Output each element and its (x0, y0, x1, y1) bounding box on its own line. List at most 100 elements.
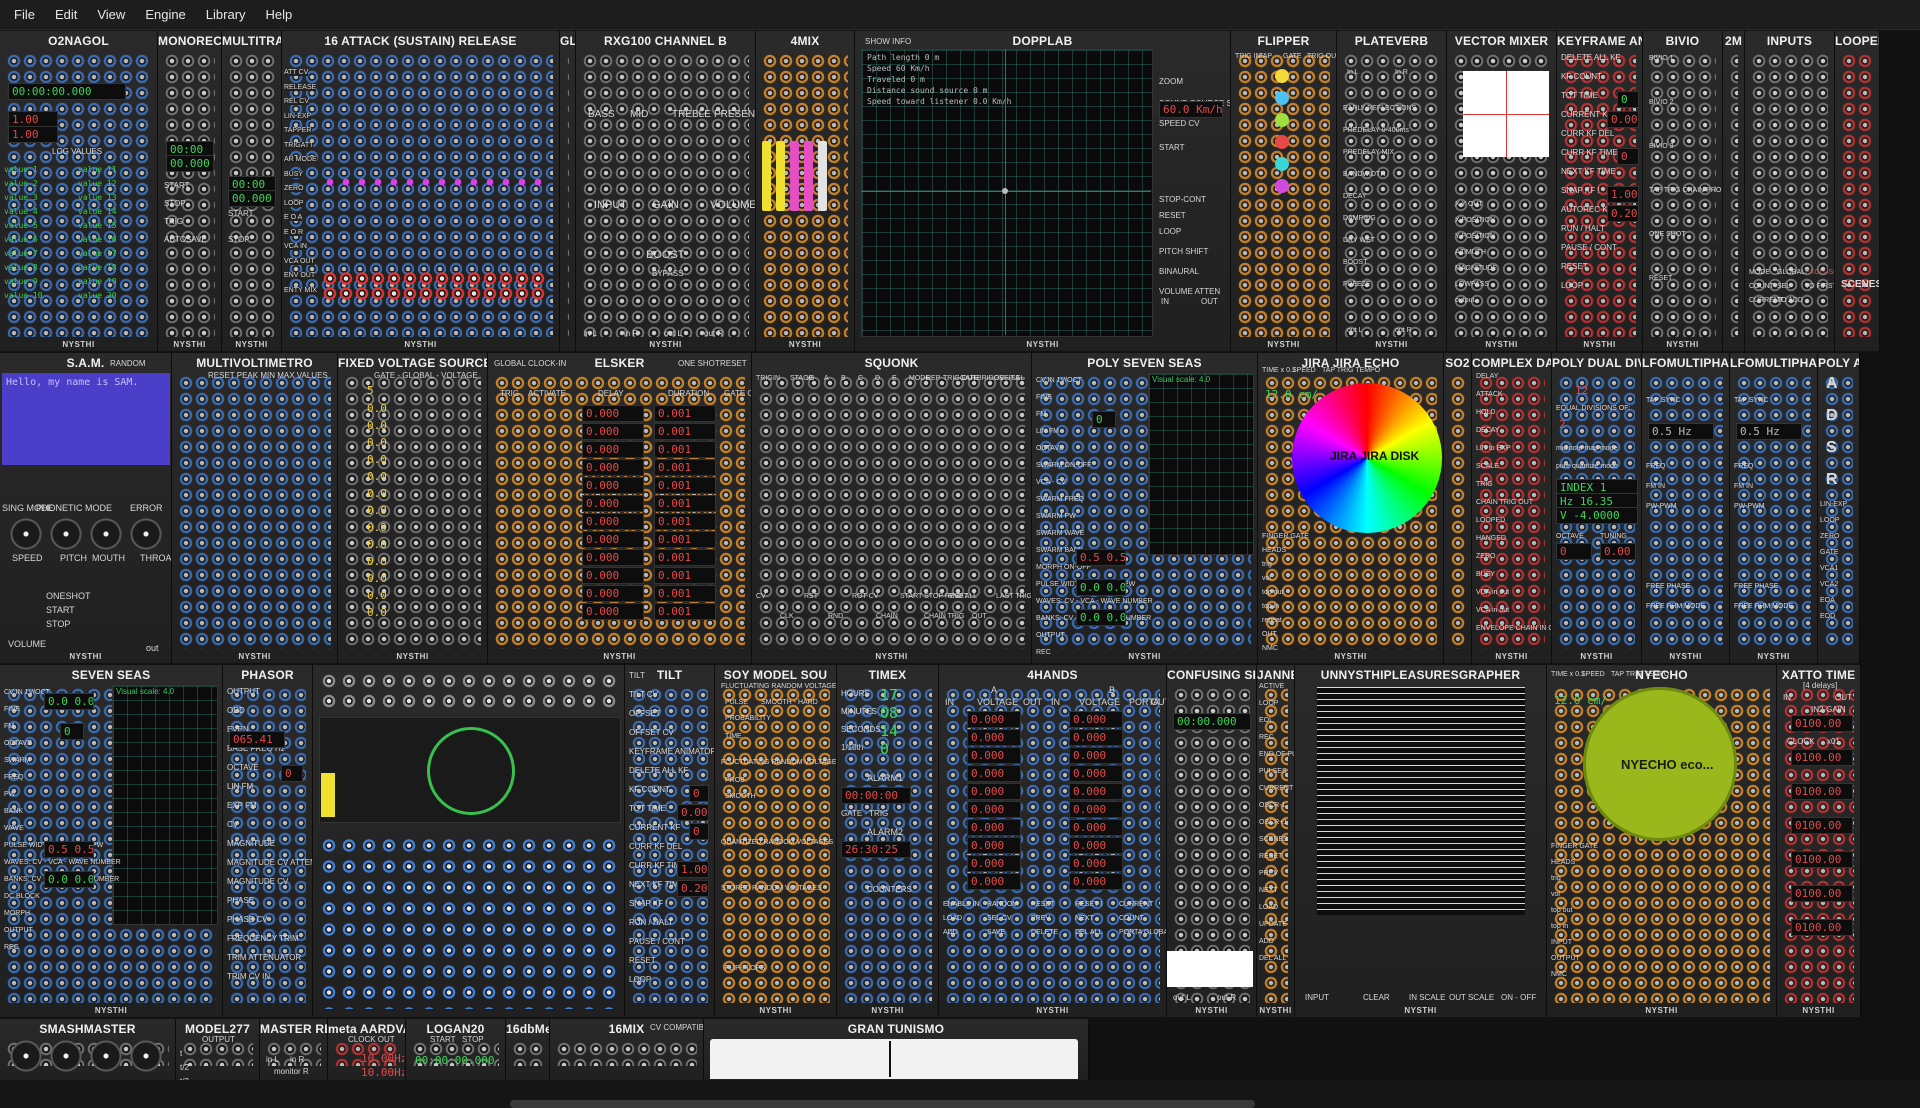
module-brand: NYSTHI (1036, 1006, 1069, 1015)
control-label: OUTPUT (1036, 632, 1065, 639)
control-label: CV (756, 593, 766, 600)
jack-field[interactable] (1841, 53, 1873, 337)
control-label: E (892, 375, 897, 382)
control-label: SEL (1777, 283, 1791, 290)
horizontal-scrollbar[interactable] (510, 1100, 1255, 1108)
jack-field[interactable] (512, 1041, 543, 1066)
lcd-display: 0.5 Hz (1736, 423, 1802, 440)
fader-5[interactable] (818, 141, 827, 211)
phasor-jack-bank[interactable] (319, 671, 618, 711)
module-title: KEYFRAME ANIMATOR (1557, 34, 1642, 48)
lcd-display: 0.000 (1069, 729, 1123, 746)
control-label: D (1826, 407, 1838, 424)
flip-led-6 (1275, 179, 1289, 193)
control-label: Distance sound source 0 m (867, 86, 988, 95)
control-label: BIVIO 2 (1649, 99, 1674, 106)
jack-field[interactable] (1783, 687, 1854, 1003)
menu-engine[interactable]: Engine (135, 0, 195, 30)
menu-view[interactable]: View (87, 0, 135, 30)
control-label: GATE - TRIG (841, 809, 889, 818)
control-label: EXP FM (227, 801, 257, 810)
module-brand: NYSTHI (238, 652, 271, 661)
control-label: ONE SHOT (1649, 231, 1686, 238)
menu-help[interactable]: Help (256, 0, 303, 30)
module-looper: LOOPER SCENES (1835, 31, 1880, 351)
jack-field[interactable] (1751, 53, 1828, 337)
control-label: value 8 (4, 263, 38, 272)
jack-field[interactable] (1450, 375, 1465, 649)
control-label: SWARM FREQ (1036, 496, 1084, 503)
control-label: HEADS (1551, 859, 1576, 866)
control-label: TAP TRIG CHAIN PROBABILITIES (1649, 187, 1722, 194)
module-brand: NYSTHI (1580, 652, 1613, 661)
fader-1[interactable] (762, 141, 771, 211)
control-label: EOD (1820, 613, 1836, 620)
menu-edit[interactable]: Edit (45, 0, 87, 30)
jack-field[interactable] (1729, 53, 1738, 337)
vu-meter-face (710, 1039, 1078, 1079)
fader-3[interactable] (790, 141, 799, 211)
module-vectormixer: VECTOR MIXER NYSTHI X Y OUT X POSITION Y POS… (1447, 31, 1557, 351)
control-label: value 7 (4, 249, 38, 258)
jack-field[interactable] (1649, 53, 1716, 337)
flip-led-3 (1275, 113, 1289, 127)
control-label: IN (1161, 297, 1169, 306)
lcd-display: 00.000 (228, 190, 276, 207)
control-label: Visual scale: 4.0 (1152, 375, 1211, 384)
control-label: NEXT KF TIME (1561, 167, 1616, 176)
module-title: COMPLEX DAHD (1472, 356, 1551, 370)
lcd-display: 12 (1575, 384, 1589, 397)
module-tilt: TILT TILT TILT CV OFFSET OFFSET CV KEYFRAME A… (625, 665, 715, 1017)
fader-2[interactable] (776, 141, 785, 211)
module-title: SO2 (1445, 356, 1470, 370)
jack-field[interactable] (182, 1041, 253, 1066)
fader-4[interactable] (804, 141, 813, 211)
module-title: UNNYSTHIPLEASURESGRAPHER (1320, 668, 1521, 682)
knob-bank[interactable] (319, 835, 618, 1009)
control-label: CURRENT (1119, 901, 1154, 908)
jack-field[interactable] (178, 375, 331, 649)
jack-field[interactable] (556, 1041, 697, 1066)
sam-knobs[interactable] (6, 517, 165, 551)
lcd-display: 0.000 (1069, 747, 1123, 764)
control-label: value 20 (78, 291, 117, 300)
module-polysevenseas: POLY SEVEN SEAS NYSTHI Visual scale: 4.0 CV… (1032, 353, 1258, 663)
module-title: LOOPER (1835, 34, 1879, 48)
sam-text-screen[interactable]: Hello, my name is SAM. (2, 373, 170, 465)
control-label: VOLTAGE (977, 697, 1019, 707)
control-label: RESET (1649, 275, 1673, 282)
control-label: BASS (588, 109, 615, 120)
control-label: HOURS (841, 689, 870, 698)
control-label: E O R (284, 228, 304, 236)
jack-field[interactable] (582, 53, 749, 337)
menu-library[interactable]: Library (196, 0, 256, 30)
control-label: AZIMUTH (1455, 249, 1487, 256)
control-label: NMC (1262, 645, 1278, 652)
control-label: ATT CV (284, 69, 309, 76)
control-label: FREE PHM MODE (1646, 603, 1706, 610)
lcd-display: 0.000 (582, 495, 644, 512)
control-label: LOOP (1561, 281, 1584, 290)
jack-field[interactable] (758, 375, 1025, 649)
control-label: vol (1262, 575, 1271, 582)
control-label: FINE (1036, 394, 1052, 401)
module-brand: NYSTHI (649, 340, 682, 349)
control-label: out L (1347, 327, 1363, 334)
control-label: KF COUNT (629, 785, 670, 794)
control-label: Traveled 0 m (867, 75, 925, 84)
control-label: VOLTAGE (1079, 697, 1121, 707)
control-label: CURR KF DEL (1561, 129, 1615, 138)
lcd-display: 0.0 (367, 555, 387, 568)
control-label: TILT (629, 671, 645, 680)
control-label: RUN / HALT (1561, 224, 1605, 233)
jack-field[interactable] (164, 53, 215, 337)
module-masterrec: MASTER RECORDER in L in R monitor R (260, 1019, 328, 1080)
module-flipper: FLIPPER NYSTHI TRIG INTAP GATE TRIG OUT (1231, 31, 1337, 351)
jack-field[interactable] (566, 53, 569, 337)
module-confusing: CONFUSING SIMPLER NYSTHI 00:00.000 out L out… (1167, 665, 1257, 1017)
menu-file[interactable]: File (4, 0, 45, 30)
source-dot-icon[interactable] (1002, 188, 1008, 194)
smash-knobs[interactable] (6, 1039, 169, 1073)
module-polya: POLY A A D S R LIN-EXP LOOP ZERO GATE VCA1 VCA2 EOA… (1818, 353, 1860, 663)
control-label: SCENES (1259, 836, 1288, 843)
